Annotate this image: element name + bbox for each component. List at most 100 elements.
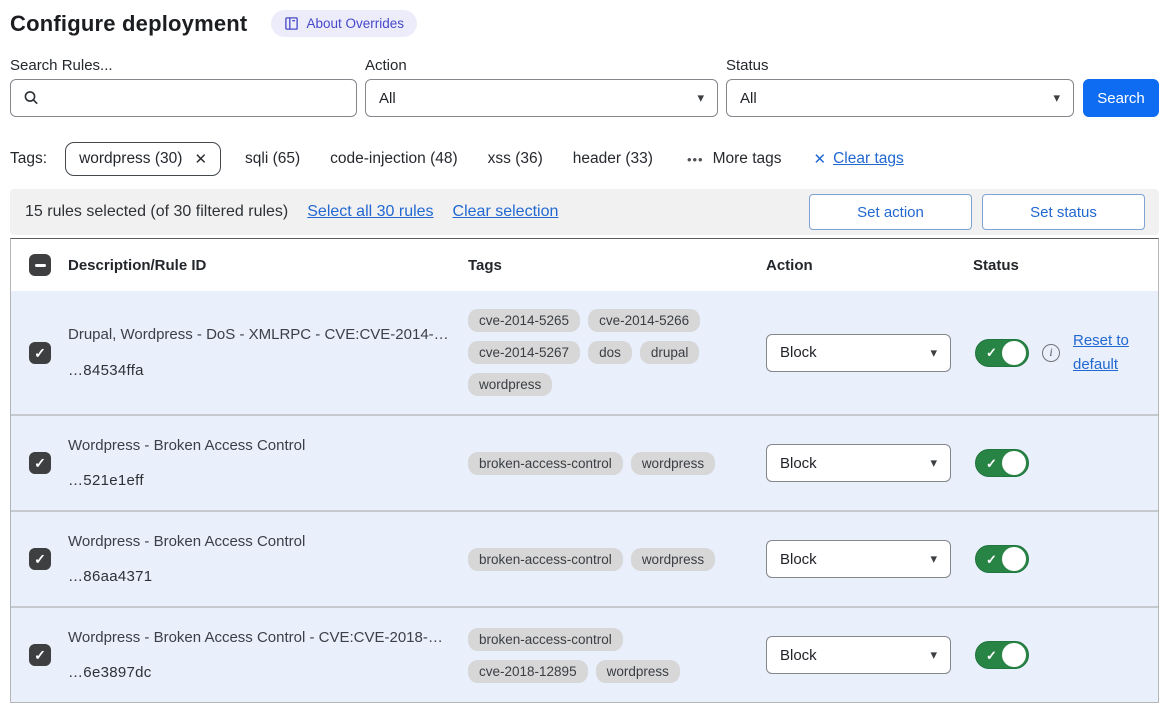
rule-id: …6e3897dc bbox=[68, 664, 450, 681]
check-icon: ✓ bbox=[986, 346, 997, 359]
rule-tag: cve-2014-5266 bbox=[588, 309, 700, 332]
reset-to-default-link[interactable]: Reset to default bbox=[1073, 329, 1137, 377]
selection-summary: 15 rules selected (of 30 filtered rules) bbox=[25, 203, 288, 221]
chevron-down-icon: ▾ bbox=[1053, 90, 1060, 106]
set-status-button[interactable]: Set status bbox=[982, 194, 1145, 230]
toggle-knob bbox=[1002, 341, 1026, 365]
tag-link-header[interactable]: header (33) bbox=[573, 150, 653, 168]
rule-description: Wordpress - Broken Access Control bbox=[68, 533, 450, 552]
filters-row: Search Rules... Action All ▾ bbox=[10, 57, 1159, 117]
action-filter-field: Action All ▾ bbox=[365, 57, 718, 117]
search-icon bbox=[23, 90, 40, 107]
rule-action-value: Block bbox=[780, 551, 817, 568]
set-action-button[interactable]: Set action bbox=[809, 194, 972, 230]
page-header: Configure deployment About Overrides bbox=[10, 10, 1159, 37]
check-icon: ✓ bbox=[986, 457, 997, 470]
rule-description: Wordpress - Broken Access Control - CVE:… bbox=[68, 629, 450, 648]
check-icon: ✓ bbox=[34, 552, 46, 566]
ellipsis-icon: ••• bbox=[687, 152, 704, 167]
rule-tag: wordpress bbox=[631, 548, 715, 571]
chevron-down-icon: ▾ bbox=[930, 551, 937, 567]
selected-tag-label: wordpress (30) bbox=[79, 150, 182, 168]
more-tags-button[interactable]: ••• More tags bbox=[687, 150, 782, 168]
rule-tag: broken-access-control bbox=[468, 628, 623, 651]
rule-status-toggle[interactable]: ✓ bbox=[975, 449, 1029, 477]
close-icon[interactable]: ✕ bbox=[194, 150, 207, 168]
row-checkbox[interactable]: ✓ bbox=[29, 644, 51, 666]
rule-tag: broken-access-control bbox=[468, 452, 623, 475]
rules-table: Description/Rule ID Tags Action Status ✓… bbox=[10, 238, 1159, 703]
indeterminate-dash-icon bbox=[35, 264, 46, 267]
table-row: ✓ Wordpress - Broken Access Control …86a… bbox=[11, 510, 1158, 606]
rule-action-select[interactable]: Block ▾ bbox=[766, 334, 951, 372]
about-overrides-badge[interactable]: About Overrides bbox=[271, 10, 417, 37]
tag-link-sqli[interactable]: sqli (65) bbox=[245, 150, 300, 168]
rule-action-value: Block bbox=[780, 344, 817, 361]
check-icon: ✓ bbox=[34, 346, 46, 360]
rule-id: …521e1eff bbox=[68, 472, 450, 489]
toggle-knob bbox=[1002, 451, 1026, 475]
rule-tag: dos bbox=[588, 341, 632, 364]
tags-label: Tags: bbox=[10, 150, 47, 168]
action-filter-label: Action bbox=[365, 57, 718, 74]
search-rules-input[interactable] bbox=[51, 80, 356, 116]
chevron-down-icon: ▾ bbox=[930, 647, 937, 663]
action-filter-value: All bbox=[379, 90, 396, 107]
table-row: ✓ Wordpress - Broken Access Control - CV… bbox=[11, 606, 1158, 702]
rule-tag: cve-2014-5265 bbox=[468, 309, 580, 332]
table-row: ✓ Wordpress - Broken Access Control …521… bbox=[11, 414, 1158, 510]
rule-tags: broken-access-control cve-2018-12895 wor… bbox=[468, 628, 766, 683]
column-header-action: Action bbox=[766, 257, 973, 274]
select-all-rules-link[interactable]: Select all 30 rules bbox=[307, 203, 433, 221]
rule-action-select[interactable]: Block ▾ bbox=[766, 636, 951, 674]
about-overrides-label: About Overrides bbox=[306, 16, 404, 31]
check-icon: ✓ bbox=[34, 456, 46, 470]
status-filter-select[interactable]: All ▾ bbox=[726, 79, 1074, 117]
clear-tags-label: Clear tags bbox=[833, 150, 904, 168]
rule-description: Wordpress - Broken Access Control bbox=[68, 437, 450, 456]
row-checkbox[interactable]: ✓ bbox=[29, 452, 51, 474]
table-header-row: Description/Rule ID Tags Action Status bbox=[11, 239, 1158, 291]
rule-tag: cve-2014-5267 bbox=[468, 341, 580, 364]
rule-action-value: Block bbox=[780, 455, 817, 472]
tag-link-code-injection[interactable]: code-injection (48) bbox=[330, 150, 458, 168]
tags-bar: Tags: wordpress (30) ✕ sqli (65) code-in… bbox=[10, 142, 1159, 176]
rule-action-select[interactable]: Block ▾ bbox=[766, 444, 951, 482]
clear-tags-link[interactable]: ✕ Clear tags bbox=[814, 150, 904, 168]
row-checkbox[interactable]: ✓ bbox=[29, 342, 51, 364]
book-icon bbox=[284, 16, 299, 31]
toggle-knob bbox=[1002, 643, 1026, 667]
row-checkbox[interactable]: ✓ bbox=[29, 548, 51, 570]
rule-tag: broken-access-control bbox=[468, 548, 623, 571]
check-icon: ✓ bbox=[986, 649, 997, 662]
chevron-down-icon: ▾ bbox=[930, 345, 937, 361]
check-icon: ✓ bbox=[34, 648, 46, 662]
tag-link-xss[interactable]: xss (36) bbox=[488, 150, 543, 168]
rule-action-value: Block bbox=[780, 647, 817, 664]
rule-tags: broken-access-control wordpress bbox=[468, 452, 766, 475]
chevron-down-icon: ▾ bbox=[930, 455, 937, 471]
selected-tag-chip-wordpress[interactable]: wordpress (30) ✕ bbox=[65, 142, 221, 176]
action-filter-select[interactable]: All ▾ bbox=[365, 79, 718, 117]
column-header-description: Description/Rule ID bbox=[68, 257, 468, 274]
status-filter-field: Status All ▾ bbox=[726, 57, 1074, 117]
rule-tag: drupal bbox=[640, 341, 700, 364]
selection-bar: 15 rules selected (of 30 filtered rules)… bbox=[10, 189, 1159, 235]
column-header-status: Status bbox=[973, 257, 1158, 274]
column-header-tags: Tags bbox=[468, 257, 766, 274]
table-row: ✓ Drupal, Wordpress - DoS - XMLRPC - CVE… bbox=[11, 291, 1158, 414]
status-filter-label: Status bbox=[726, 57, 1074, 74]
search-button[interactable]: Search bbox=[1083, 79, 1159, 117]
rule-action-select[interactable]: Block ▾ bbox=[766, 540, 951, 578]
configure-deployment-page: Configure deployment About Overrides Sea… bbox=[0, 0, 1167, 703]
rule-status-toggle[interactable]: ✓ bbox=[975, 339, 1029, 367]
info-icon[interactable]: i bbox=[1042, 344, 1060, 362]
rule-tag: wordpress bbox=[631, 452, 715, 475]
clear-selection-link[interactable]: Clear selection bbox=[453, 203, 559, 221]
search-field: Search Rules... bbox=[10, 57, 357, 117]
page-title: Configure deployment bbox=[10, 11, 247, 37]
rule-tags: broken-access-control wordpress bbox=[468, 548, 766, 571]
rule-status-toggle[interactable]: ✓ bbox=[975, 545, 1029, 573]
rule-status-toggle[interactable]: ✓ bbox=[975, 641, 1029, 669]
select-all-checkbox[interactable] bbox=[29, 254, 51, 276]
